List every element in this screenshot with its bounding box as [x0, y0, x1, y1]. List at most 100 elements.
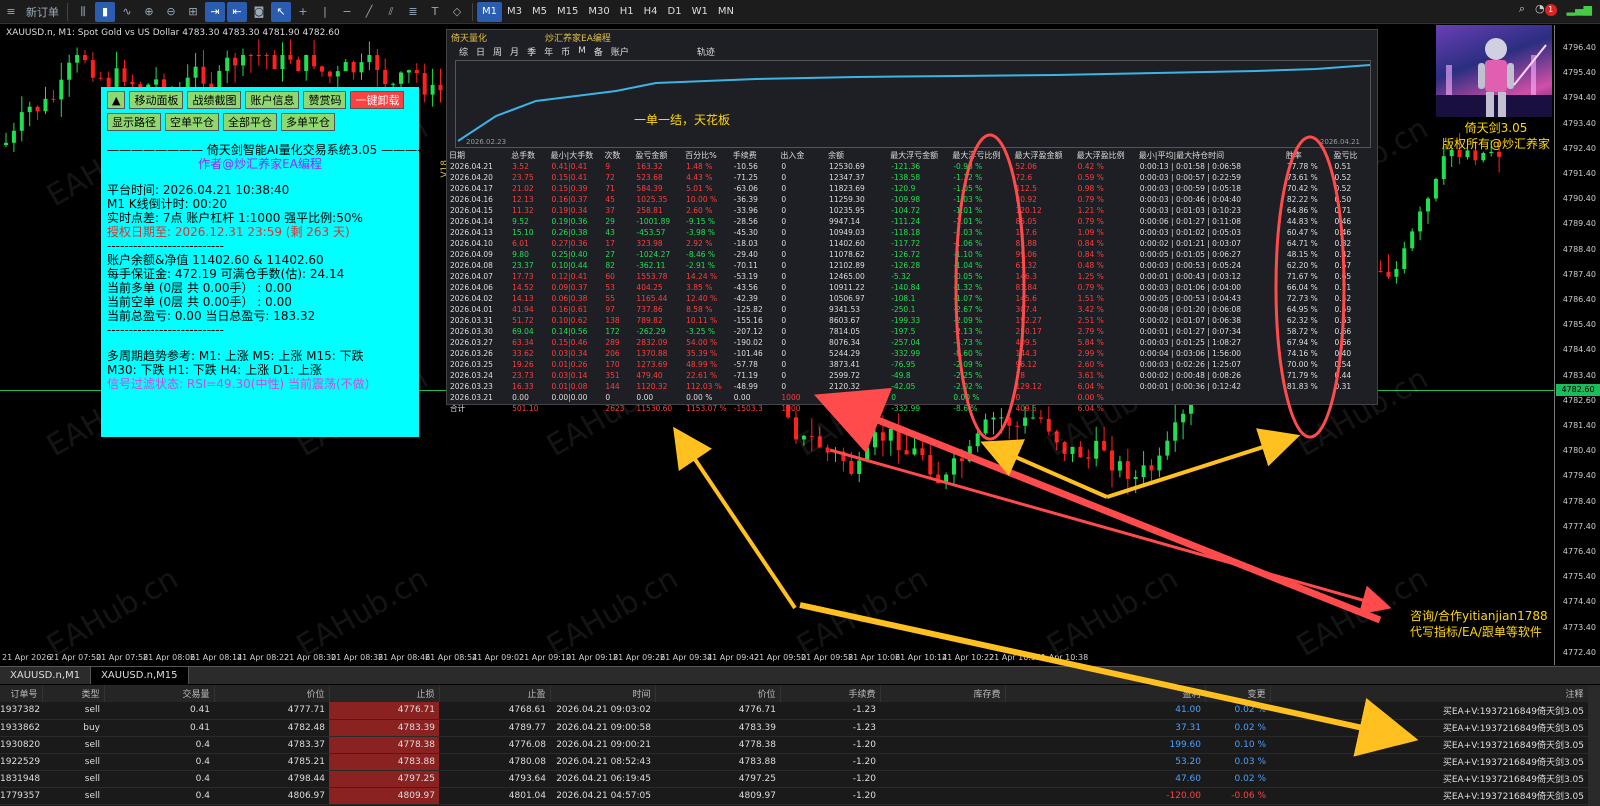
horizontal-line-icon[interactable]: − — [337, 2, 357, 22]
line-chart-icon[interactable]: ∿ — [117, 2, 137, 22]
trade-cell: 4797.25 — [655, 770, 780, 788]
trade-col-header[interactable]: 止损 — [329, 685, 440, 702]
trade-col-header[interactable]: 注释 — [1270, 685, 1589, 702]
stats-tab-day[interactable]: 日 — [476, 45, 485, 58]
autoscroll-icon[interactable]: ⇥ — [205, 1, 225, 22]
stats-tab-year[interactable]: 年 — [544, 45, 553, 58]
stats-cell: 17.73 — [512, 272, 534, 281]
candle-chart-icon[interactable]: ▮ — [95, 1, 115, 22]
trade-cell: 2026.04.21 09:00:21 — [550, 736, 655, 754]
donate-button[interactable]: 赞赏码 — [303, 91, 347, 109]
new-order-button[interactable]: 新订单 — [23, 2, 62, 22]
trade-col-header[interactable]: 变更 — [1205, 685, 1271, 702]
move-panel-button[interactable]: 移动面板 — [129, 91, 184, 109]
vertical-line-icon[interactable]: | — [315, 2, 335, 22]
menu-icon[interactable]: ≡ — [1, 2, 21, 22]
signal-icon[interactable]: ▂▄▆ — [1567, 3, 1592, 16]
stats-cell: 0.52 — [1334, 173, 1352, 182]
trade-col-header[interactable]: 盈利 — [1005, 685, 1206, 702]
cursor-icon[interactable]: ↖ — [271, 1, 291, 22]
chart-tab-m15[interactable]: XAUUSD.n,M15 — [91, 667, 189, 684]
tf-m1[interactable]: M1 — [477, 1, 502, 22]
trade-cell — [880, 770, 1005, 788]
trade-col-header[interactable]: 手续费 — [780, 685, 881, 702]
grid-icon[interactable]: ⊞ — [183, 2, 203, 22]
price-tick: 4784.40 — [1562, 345, 1596, 355]
zoom-in-icon[interactable]: ⊕ — [139, 2, 159, 22]
collapse-panel-button[interactable]: ▲ — [107, 91, 126, 109]
bar-countdown: M1 K线倒计时: 00:20 — [107, 197, 228, 211]
crosshair-icon[interactable]: + — [293, 2, 313, 22]
chart-tab-m1[interactable]: XAUUSD.n,M1 — [0, 667, 92, 684]
tf-d1[interactable]: D1 — [663, 2, 687, 22]
stats-tab-week[interactable]: 周 — [493, 45, 502, 58]
trade-row[interactable]: 1930820 sell 0.4 4783.37 4778.38 4776.08 2026.… — [0, 736, 1588, 754]
chart-shift-icon[interactable]: ⇤ — [227, 1, 247, 22]
stats-tab-currency[interactable]: 币 — [561, 45, 570, 58]
stats-tab-note[interactable]: 备 — [594, 45, 603, 58]
trade-row[interactable]: 1779357 sell 0.4 4806.97 4809.97 4801.04 2026.… — [0, 787, 1588, 805]
trade-row[interactable]: 1937382 sell 0.41 4777.71 4776.71 4768.61 2026… — [0, 702, 1588, 720]
tf-m30[interactable]: M30 — [583, 2, 614, 22]
stats-tab-account[interactable]: 账户 — [611, 45, 629, 58]
stats-cell: -43.56 — [733, 283, 758, 292]
trendline-icon[interactable]: ╱ — [359, 2, 379, 22]
candle-body — [983, 419, 988, 434]
trade-col-header[interactable]: 价位 — [214, 685, 330, 702]
robot-caption-copyright: 版权所有@炒汇养家 — [1441, 137, 1550, 151]
stats-tab-month[interactable]: 月 — [510, 45, 519, 58]
screenshot-icon[interactable]: ◙ — [249, 2, 269, 22]
trades-scrollbar[interactable] — [1588, 685, 1600, 806]
trade-col-header[interactable]: 止盈 — [439, 685, 551, 702]
bar-chart-icon[interactable]: ⫼ — [73, 2, 93, 22]
zoom-out-icon[interactable]: ⊖ — [161, 2, 181, 22]
shapes-icon[interactable]: ◇ — [447, 2, 467, 22]
stats-cell: 250.17 — [1015, 327, 1042, 336]
stats-tab-quarter[interactable]: 季 — [527, 45, 536, 58]
stats-cell: -109.98 — [891, 195, 921, 204]
search-icon[interactable]: ⌕ — [1519, 2, 1525, 16]
stats-cell — [1253, 392, 1286, 403]
trade-row[interactable]: 1831948 sell 0.4 4798.44 4797.25 4793.64 2026.… — [0, 770, 1588, 788]
trade-cell: -1.20 — [780, 787, 880, 805]
stats-tab-track[interactable]: 轨迹 — [697, 45, 715, 58]
stats-cell: 0:00:13 | 0:01:58 | 0:06:58 — [1139, 162, 1242, 171]
total-pl-info: 当前总盈亏: 0.00 当日总盈亏: 183.32 — [107, 309, 316, 323]
tf-m5[interactable]: M5 — [527, 2, 552, 22]
trade-row[interactable]: 1933862 buy 0.41 4782.48 4783.39 4789.77 2026.… — [0, 719, 1588, 737]
show-path-button[interactable]: 显示路径 — [107, 113, 161, 131]
stats-cell: -101.46 — [733, 349, 763, 358]
text-icon[interactable]: T — [425, 2, 445, 22]
trade-col-header[interactable]: 时间 — [550, 685, 656, 702]
stats-tab-summary[interactable]: 综 — [459, 45, 468, 58]
tf-m15[interactable]: M15 — [552, 2, 583, 22]
account-info-button[interactable]: 账户信息 — [245, 91, 300, 109]
stats-tab-m[interactable]: M — [578, 46, 586, 56]
stats-cell: 2026.03.31 — [450, 316, 493, 325]
close-all-button[interactable]: 全部平仓 — [223, 113, 277, 131]
trade-col-header[interactable]: 订单号 — [0, 685, 43, 702]
tf-h4[interactable]: H4 — [639, 2, 663, 22]
uninstall-button[interactable]: 一键卸载 — [350, 91, 405, 109]
tf-m3[interactable]: M3 — [502, 2, 527, 22]
fibo-icon[interactable]: ≣ — [403, 2, 423, 22]
time-axis[interactable]: 21 Apr 2026 21 Apr 07:50 21 Apr 07:58 21 Ap… — [0, 653, 1554, 665]
trade-cell: 47.60 — [1005, 770, 1205, 788]
close-buys-button[interactable]: 多单平仓 — [281, 113, 335, 131]
notification-icon[interactable]: ◔ 1 — [1535, 2, 1557, 16]
trade-col-header[interactable]: 交易量 — [104, 685, 215, 702]
screenshot-button[interactable]: 战绩截图 — [187, 91, 242, 109]
tf-h1[interactable]: H1 — [615, 2, 639, 22]
channel-icon[interactable]: ⫽ — [381, 2, 401, 22]
trade-col-header[interactable]: 类型 — [42, 685, 105, 702]
trade-col-header[interactable]: 库存费 — [880, 685, 1006, 702]
tf-w1[interactable]: W1 — [687, 2, 713, 22]
trade-col-header[interactable]: 价位 — [655, 685, 781, 702]
stats-cell: 2026.04.20 — [450, 173, 493, 182]
tf-mn[interactable]: MN — [713, 2, 739, 22]
trade-row[interactable]: 1922529 sell 0.4 4785.21 4783.88 4780.08 2026.… — [0, 753, 1588, 771]
stats-cell: 0.00 % — [686, 393, 713, 402]
stats-cell — [1253, 249, 1286, 260]
stats-cell: 0:00:02 | 0:00:48 | 0:08:26 — [1139, 371, 1242, 380]
close-sells-button[interactable]: 空单平仓 — [165, 113, 219, 131]
